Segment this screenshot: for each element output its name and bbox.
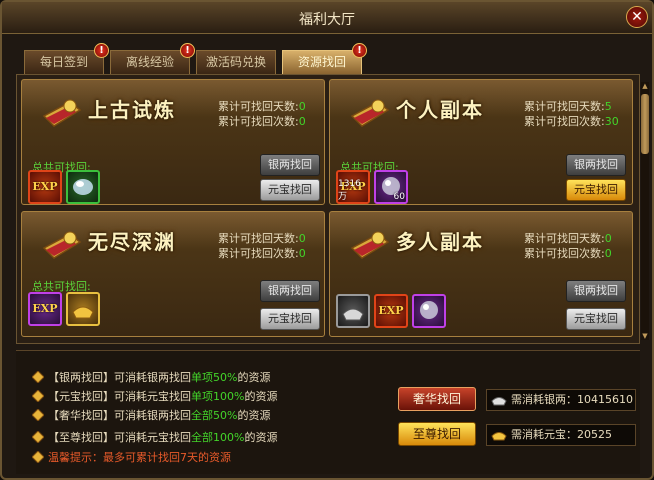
scroll-thumb[interactable] (641, 94, 649, 154)
title-bar: 福利大厅 ✕ (2, 2, 652, 34)
exp-item-icon[interactable]: EXP (28, 170, 62, 204)
recover-times-stat: 累计可找回次数:0 (218, 115, 306, 128)
recover-days-stat: 累计可找回天数:0 (524, 232, 612, 245)
alert-badge-icon: ! (180, 43, 195, 58)
card-title: 个人副本 (396, 98, 484, 122)
tab-daily-checkin[interactable]: 每日签到 ! (24, 43, 109, 74)
crystal-orb-item-icon[interactable]: 60 (374, 170, 408, 204)
window-title: 福利大厅 (299, 12, 355, 28)
gold-ingot-icon (491, 432, 507, 441)
info-line-silver: 【银两找回】可消耗银两找回单项50%的资源 (32, 369, 270, 385)
tab-offline-exp[interactable]: 离线经验 ! (110, 43, 195, 74)
alert-badge-icon: ! (352, 43, 367, 58)
recovery-card: 个人副本 累计可找回天数:5 累计可找回次数:30 总共可找回: EXP 131… (329, 79, 633, 205)
diamond-bullet-icon (32, 431, 44, 443)
recover-times-stat: 累计可找回次数:0 (218, 247, 306, 260)
supreme-recover-button[interactable]: 至尊找回 (398, 422, 476, 446)
tab-code-redeem[interactable]: 激活码兑换 (196, 50, 276, 74)
gold-cost-display: 需消耗元宝：20525 (486, 424, 636, 446)
info-line-gold: 【元宝找回】可消耗元宝找回单项100%的资源 (32, 388, 277, 404)
gold-ingot-item-icon[interactable] (66, 292, 100, 326)
card-title: 多人副本 (396, 230, 484, 254)
card-title: 上古试炼 (88, 98, 176, 122)
item-count: 60 (393, 192, 405, 202)
gold-recover-button[interactable]: 元宝找回 (260, 308, 320, 330)
card-list-scrollbar[interactable]: ▲ ▼ (641, 82, 649, 340)
scroll-emblem-icon (350, 99, 390, 127)
recovery-card-list: 上古试炼 累计可找回天数:0 累计可找回次数:0 总共可找回: EXP 银两找回… (16, 74, 640, 344)
diamond-bullet-icon (32, 371, 44, 383)
tab-label: 离线经验 (125, 55, 174, 69)
welfare-hall-window: 福利大厅 ✕ 每日签到 ! 离线经验 ! 激活码兑换 资源找回 ! 上古试炼 累… (0, 0, 654, 480)
silver-ingot-item-icon[interactable] (336, 294, 370, 328)
alert-badge-icon: ! (94, 43, 109, 58)
scroll-emblem-icon (42, 99, 82, 127)
recovery-card: 多人副本 累计可找回天数:0 累计可找回次数:0 EXP 银两找回 元宝找回 (329, 211, 633, 337)
exp-item-icon[interactable]: EXP 1316万 (336, 170, 370, 204)
tab-label: 资源找回 (297, 55, 346, 69)
silver-recover-button[interactable]: 银两找回 (566, 154, 626, 176)
recovery-card: 上古试炼 累计可找回天数:0 累计可找回次数:0 总共可找回: EXP 银两找回… (21, 79, 325, 205)
exp-item-icon[interactable]: EXP (374, 294, 408, 328)
gold-recover-button[interactable]: 元宝找回 (260, 179, 320, 201)
tab-resource-recovery[interactable]: 资源找回 ! (282, 43, 367, 74)
close-button[interactable]: ✕ (626, 6, 648, 28)
item-count: 1316万 (338, 179, 361, 202)
recovery-info-panel: 【银两找回】可消耗银两找回单项50%的资源 【元宝找回】可消耗元宝找回单项100… (16, 350, 640, 474)
scroll-down-arrow-icon[interactable]: ▼ (641, 332, 649, 340)
diamond-bullet-icon (32, 451, 44, 463)
luxury-recover-button[interactable]: 奢华找回 (398, 387, 476, 411)
tab-label: 每日签到 (39, 55, 88, 69)
recovery-card: 无尽深渊 累计可找回天数:0 累计可找回次数:0 总共可找回: EXP 银两找回… (21, 211, 325, 337)
recover-days-stat: 累计可找回天数:0 (218, 232, 306, 245)
recover-times-stat: 累计可找回次数:0 (524, 247, 612, 260)
diamond-bullet-icon (32, 409, 44, 421)
gold-recover-button[interactable]: 元宝找回 (566, 179, 626, 201)
scroll-emblem-icon (350, 231, 390, 259)
info-line-luxury: 【奢华找回】可消耗银两找回全部50%的资源 (32, 407, 270, 423)
recover-days-stat: 累计可找回天数:0 (218, 100, 306, 113)
tab-label: 激活码兑换 (205, 55, 266, 69)
silver-recover-button[interactable]: 银两找回 (260, 154, 320, 176)
scroll-emblem-icon (42, 231, 82, 259)
silver-recover-button[interactable]: 银两找回 (260, 280, 320, 302)
silver-recover-button[interactable]: 银两找回 (566, 280, 626, 302)
scroll-up-arrow-icon[interactable]: ▲ (641, 82, 649, 90)
crystal-orb-item-icon[interactable] (412, 294, 446, 328)
card-title: 无尽深渊 (88, 230, 176, 254)
info-line-supreme: 【至尊找回】可消耗元宝找回全部100%的资源 (32, 429, 277, 445)
recover-days-stat: 累计可找回天数:5 (524, 100, 612, 113)
silver-ingot-icon (491, 397, 507, 406)
exp-item-icon[interactable]: EXP (28, 292, 62, 326)
gold-recover-button[interactable]: 元宝找回 (566, 308, 626, 330)
crystal-orb-item-icon[interactable] (66, 170, 100, 204)
recover-times-stat: 累计可找回次数:30 (524, 115, 619, 128)
diamond-bullet-icon (32, 390, 44, 402)
info-tip: 温馨提示：最多可累计找回7天的资源 (32, 449, 231, 465)
silver-cost-display: 需消耗银两：10415610 (486, 389, 636, 411)
